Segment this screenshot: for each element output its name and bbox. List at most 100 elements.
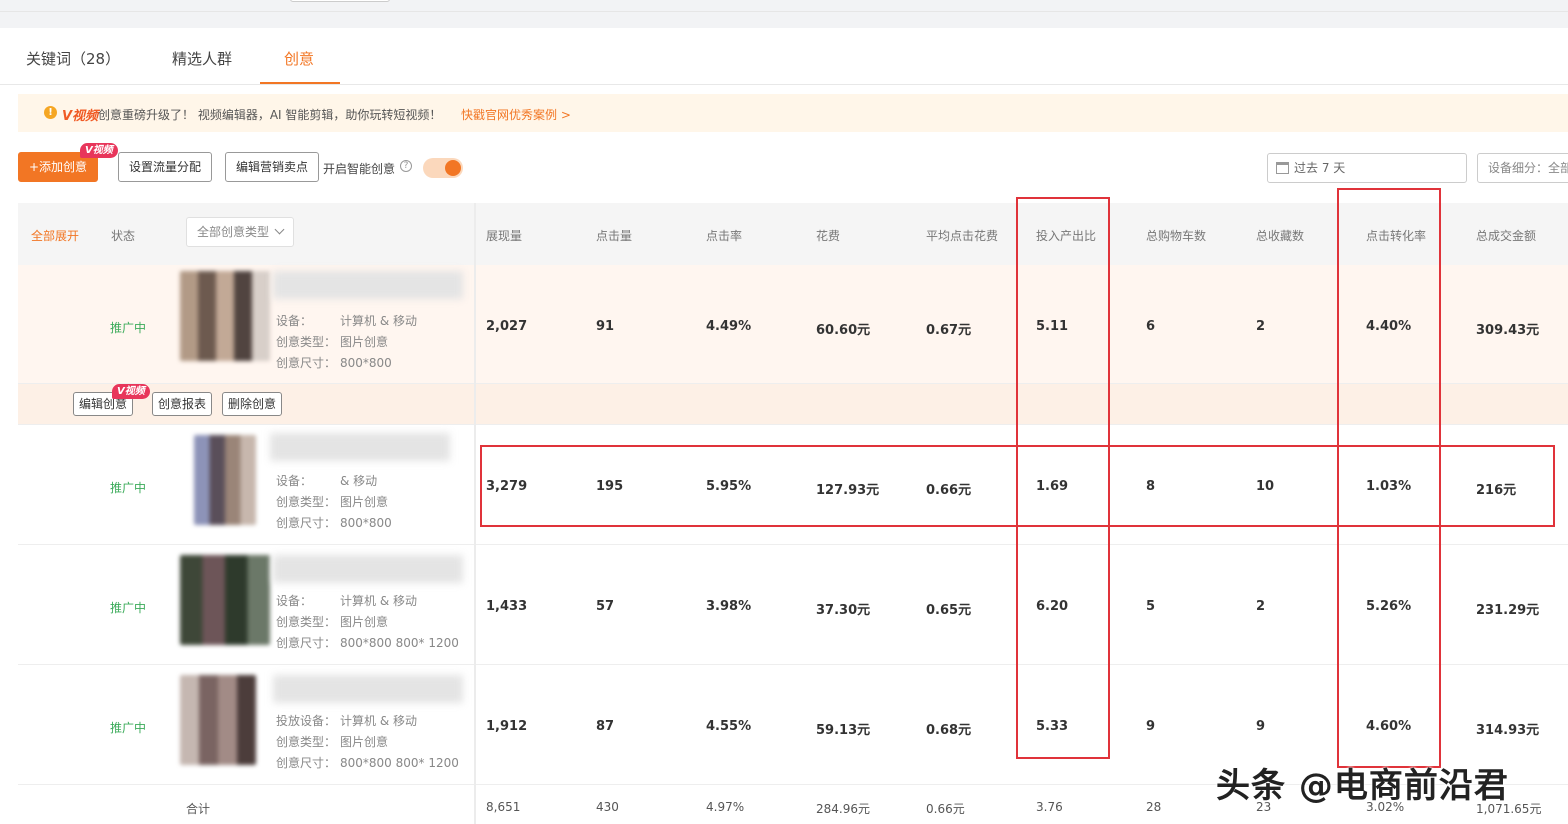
- total-label: 合计: [186, 802, 211, 816]
- cell-clicks: 57: [596, 599, 615, 614]
- creative-thumbnail[interactable]: [194, 435, 256, 525]
- cell-cost: 60.60元: [816, 323, 871, 338]
- banner-message: 创意重磅升级了！ 视频编辑器，AI 智能剪辑，助你玩转短视频！: [98, 108, 442, 122]
- cell-cvr: 1.03%: [1366, 479, 1412, 494]
- meta-device: 计算机 & 移动: [340, 594, 417, 608]
- col-header-cart[interactable]: 总购物车数: [1146, 227, 1206, 244]
- video-badge: V视频: [112, 384, 150, 399]
- table-row[interactable]: 推广中 设备： & 移动 创意类型： 图片创意 创意尺寸： 800*800 3,279…: [18, 425, 1568, 545]
- meta-size: 800*800 800* 1200: [340, 756, 459, 770]
- col-header-cpc[interactable]: 平均点击花费: [926, 227, 998, 244]
- meta-device: 计算机 & 移动: [340, 714, 417, 728]
- cell-roi: 5.33: [1036, 719, 1069, 734]
- creative-meta: 设备： 计算机 & 移动 创意类型： 图片创意 创意尺寸： 800*800: [276, 311, 417, 374]
- meta-size: 800*800 800* 1200: [340, 636, 459, 650]
- creative-type-value: 全部创意类型: [197, 225, 270, 239]
- traffic-allocation-button[interactable]: 设置流量分配: [118, 152, 212, 182]
- cell-impressions: 1,433: [486, 599, 528, 614]
- creative-type-select[interactable]: 全部创意类型: [186, 217, 294, 247]
- cell-favorites: 2: [1256, 319, 1266, 334]
- chevron-down-icon: [274, 224, 285, 235]
- cell-clicks: 91: [596, 319, 615, 334]
- meta-size: 800*800: [340, 356, 392, 370]
- cell-impressions: 1,912: [486, 719, 528, 734]
- cell-cpc: 0.65元: [926, 603, 972, 618]
- edit-selling-points-button[interactable]: 编辑营销卖点: [225, 152, 319, 182]
- col-header-roi[interactable]: 投入产出比: [1036, 227, 1096, 244]
- col-header-clicks[interactable]: 点击量: [596, 227, 632, 244]
- meta-device: 计算机 & 移动: [340, 314, 417, 328]
- cell-clicks: 87: [596, 719, 615, 734]
- help-icon[interactable]: ?: [400, 160, 412, 172]
- cell-favorites: 10: [1256, 479, 1275, 494]
- active-tab-indicator: [260, 82, 340, 84]
- tab-keywords[interactable]: 关键词（28）: [26, 48, 120, 69]
- cell-cost: 37.30元: [816, 603, 871, 618]
- total-cost: 284.96元: [816, 802, 870, 816]
- meta-key-device: 设备：: [276, 594, 313, 608]
- cell-roi: 6.20: [1036, 599, 1069, 614]
- cell-cost: 59.13元: [816, 723, 871, 738]
- calendar-icon: [1276, 162, 1289, 174]
- cell-gmv: 314.93元: [1476, 723, 1540, 738]
- warning-icon: !: [44, 106, 57, 119]
- banner-link[interactable]: 快戳官网优秀案例 >: [461, 106, 571, 123]
- cell-cpc: 0.66元: [926, 483, 972, 498]
- total-clicks: 430: [596, 800, 619, 814]
- cell-favorites: 9: [1256, 719, 1266, 734]
- cell-roi: 5.11: [1036, 319, 1069, 334]
- table-row[interactable]: 推广中 设备： 计算机 & 移动 创意类型： 图片创意 创意尺寸： 800*800 2…: [18, 265, 1568, 384]
- creative-table: 全部展开 状态 全部创意类型 展现量 点击量 点击率 花费 平均点击花费 投入产…: [18, 203, 1568, 824]
- status-header: 状态: [111, 229, 136, 243]
- cell-cvr: 4.40%: [1366, 319, 1412, 334]
- total-cpc: 0.66元: [926, 802, 965, 816]
- tab-audience[interactable]: 精选人群: [172, 48, 232, 69]
- creative-thumbnail[interactable]: [180, 271, 270, 361]
- cell-gmv: 216元: [1476, 483, 1517, 498]
- creative-meta: 投放设备： 计算机 & 移动 创意类型： 图片创意 创意尺寸： 800*800 800…: [276, 711, 459, 774]
- cell-gmv: 309.43元: [1476, 323, 1540, 338]
- table-row[interactable]: 推广中 设备： 计算机 & 移动 创意类型： 图片创意 创意尺寸： 800*800 8…: [18, 545, 1568, 665]
- col-header-cost[interactable]: 花费: [816, 227, 840, 244]
- status-text: 推广中: [110, 601, 147, 615]
- total-cart: 28: [1146, 800, 1162, 814]
- tab-creative[interactable]: 创意: [284, 48, 314, 69]
- meta-type: 图片创意: [340, 735, 389, 749]
- meta-type: 图片创意: [340, 335, 389, 349]
- creative-meta: 设备： 计算机 & 移动 创意类型： 图片创意 创意尺寸： 800*800 800* …: [276, 591, 459, 654]
- expand-all-link[interactable]: 全部展开: [31, 227, 79, 244]
- cell-ctr: 5.95%: [706, 479, 752, 494]
- meta-device: & 移动: [340, 474, 378, 488]
- creative-thumbnail[interactable]: [180, 555, 270, 645]
- promo-banner: ! V视频 创意重磅升级了！ 视频编辑器，AI 智能剪辑，助你玩转短视频！ 快戳…: [18, 94, 1568, 132]
- col-header-favorites[interactable]: 总收藏数: [1256, 227, 1304, 244]
- cell-cvr: 5.26%: [1366, 599, 1412, 614]
- meta-type: 图片创意: [340, 615, 389, 629]
- delete-creative-button[interactable]: 删除创意: [222, 392, 283, 416]
- top-strip: [0, 0, 1568, 12]
- blurred-title: [273, 555, 463, 583]
- meta-key-size: 创意尺寸：: [276, 516, 337, 530]
- cell-ctr: 4.49%: [706, 319, 752, 334]
- cell-cvr: 4.60%: [1366, 719, 1412, 734]
- cell-roi: 1.69: [1036, 479, 1069, 494]
- date-range-picker[interactable]: 过去 7 天: [1267, 153, 1467, 183]
- cell-ctr: 4.55%: [706, 719, 752, 734]
- creative-meta: 设备： & 移动 创意类型： 图片创意 创意尺寸： 800*800: [276, 471, 392, 534]
- blurred-title: [273, 675, 463, 703]
- smart-creative-toggle[interactable]: [423, 158, 463, 178]
- fixed-column-divider: [474, 203, 476, 824]
- col-header-cvr[interactable]: 点击转化率: [1366, 227, 1426, 244]
- col-header-gmv[interactable]: 总成交金额: [1476, 227, 1536, 244]
- blurred-title: [270, 433, 450, 461]
- col-header-impressions[interactable]: 展现量: [486, 227, 522, 244]
- col-header-ctr[interactable]: 点击率: [706, 227, 742, 244]
- creative-thumbnail[interactable]: [180, 675, 256, 765]
- creative-report-button[interactable]: 创意报表: [152, 392, 213, 416]
- status-text: 推广中: [110, 721, 147, 735]
- status-text: 推广中: [110, 321, 147, 335]
- cell-clicks: 195: [596, 479, 624, 494]
- status-text: 推广中: [110, 481, 147, 495]
- device-filter[interactable]: 设备细分：全部: [1477, 153, 1568, 183]
- top-input-stub[interactable]: [290, 0, 390, 2]
